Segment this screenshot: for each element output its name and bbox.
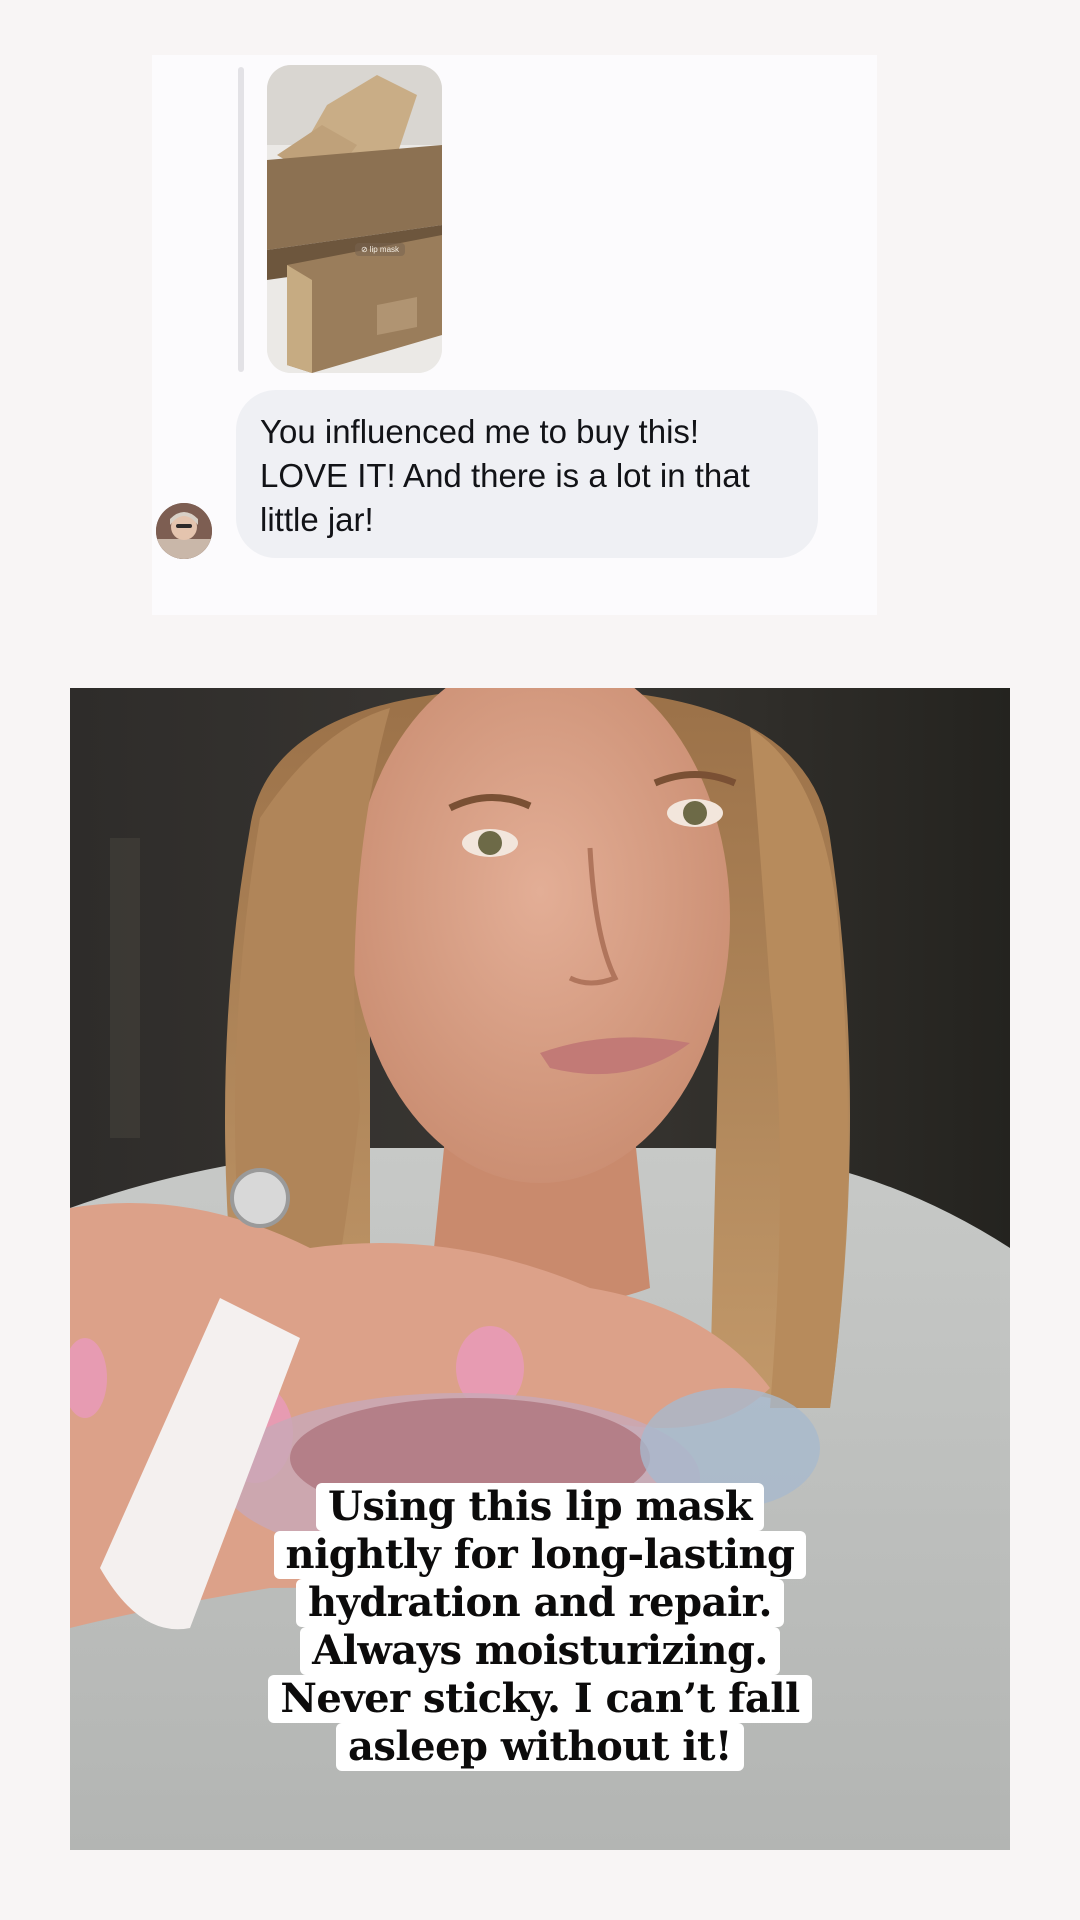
- caption-line: asleep without it!: [335, 1723, 744, 1771]
- message-line: You influenced me to buy this!: [260, 413, 700, 450]
- dm-screenshot: ⊘ lip mask You influenced me to buy this!…: [152, 55, 877, 615]
- avatar-image: [156, 503, 212, 559]
- reply-indicator-bar: [238, 67, 244, 372]
- message-line: LOVE IT! And there is a lot in that: [260, 457, 750, 494]
- video-frame[interactable]: Using this lip mask nightly for long-las…: [70, 688, 1010, 1850]
- caption-line: hydration and repair.: [296, 1579, 784, 1627]
- caption-line: Never sticky. I can’t fall: [268, 1675, 812, 1723]
- caption-line: Always moisturizing.: [300, 1627, 780, 1675]
- caption-line: Using this lip mask: [315, 1483, 765, 1531]
- video-caption: Using this lip mask nightly for long-las…: [70, 1483, 1010, 1771]
- shared-post-thumbnail[interactable]: ⊘ lip mask: [267, 65, 442, 373]
- sender-avatar[interactable]: [156, 503, 212, 559]
- message-line: little jar!: [260, 501, 374, 538]
- link-icon: ⊘: [361, 245, 368, 254]
- unboxing-image: [267, 65, 442, 373]
- message-bubble: You influenced me to buy this! LOVE IT! …: [236, 390, 818, 558]
- shared-sticker: ⊘ lip mask: [355, 243, 406, 256]
- caption-line: nightly for long-lasting: [273, 1531, 807, 1579]
